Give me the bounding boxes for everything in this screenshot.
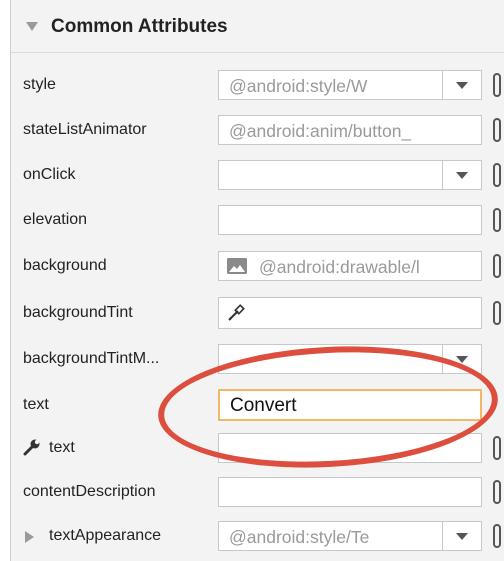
resource-picker-handle[interactable] [493,301,501,325]
contentdescription-field[interactable] [218,477,482,507]
image-icon [227,258,247,274]
wrench-icon [23,438,41,456]
section-header[interactable]: Common Attributes [11,0,504,53]
background-field[interactable]: @android:drawable/l [218,251,482,281]
resource-picker-handle[interactable] [493,254,501,278]
backgroundtintmode-field[interactable] [218,344,482,374]
eyedropper-icon[interactable] [227,304,245,322]
resource-picker-handle[interactable] [493,208,501,232]
style-dropdown-button[interactable] [442,71,481,99]
statelistanimator-field[interactable]: @android:anim/button_ [218,115,482,145]
label-style: style [23,76,56,93]
textappearance-dropdown-button[interactable] [442,522,481,550]
chevron-down-icon [456,356,468,363]
label-backgroundtintmode: backgroundTintM... [23,350,160,367]
resource-picker-handle[interactable] [493,163,501,187]
label-backgroundtint: backgroundTint [23,304,133,321]
text-field[interactable]: Convert [218,389,482,421]
statelistanimator-value: @android:anim/button_ [229,121,412,141]
label-contentdescription: contentDescription [23,483,156,500]
resource-picker-handle[interactable] [493,480,501,504]
label-background: background [23,257,107,274]
onclick-field[interactable] [218,160,482,190]
style-field[interactable]: @android:style/W [218,70,482,100]
tools-text-field[interactable] [218,433,482,463]
label-elevation: elevation [23,211,88,228]
label-text: text [23,396,49,413]
label-tools-text: text [49,439,75,456]
background-value: @android:drawable/l [259,257,420,277]
backgroundtintmode-dropdown-button[interactable] [442,345,481,373]
label-statelistanimator: stateListAnimator [23,121,147,138]
resource-picker-handle[interactable] [493,524,501,548]
attributes-panel: Common Attributes style @android:style/W… [10,0,504,561]
label-textappearance: textAppearance [49,527,162,544]
section-title: Common Attributes [51,16,228,37]
chevron-down-icon [456,533,468,540]
backgroundtint-field[interactable] [218,297,482,329]
elevation-field[interactable] [218,205,482,235]
onclick-dropdown-button[interactable] [442,161,481,189]
resource-picker-handle[interactable] [493,73,501,97]
resource-picker-handle[interactable] [493,118,501,142]
collapse-triangle-icon[interactable] [26,22,38,31]
chevron-down-icon [456,82,468,89]
label-onclick: onClick [23,166,76,183]
resource-picker-handle[interactable] [493,436,501,460]
style-value: @android:style/W [229,76,368,96]
expand-triangle-icon[interactable] [25,531,34,543]
chevron-down-icon [456,172,468,179]
textappearance-value: @android:style/Te [229,527,370,547]
text-value: Convert [230,395,297,416]
textappearance-field[interactable]: @android:style/Te [218,521,482,551]
